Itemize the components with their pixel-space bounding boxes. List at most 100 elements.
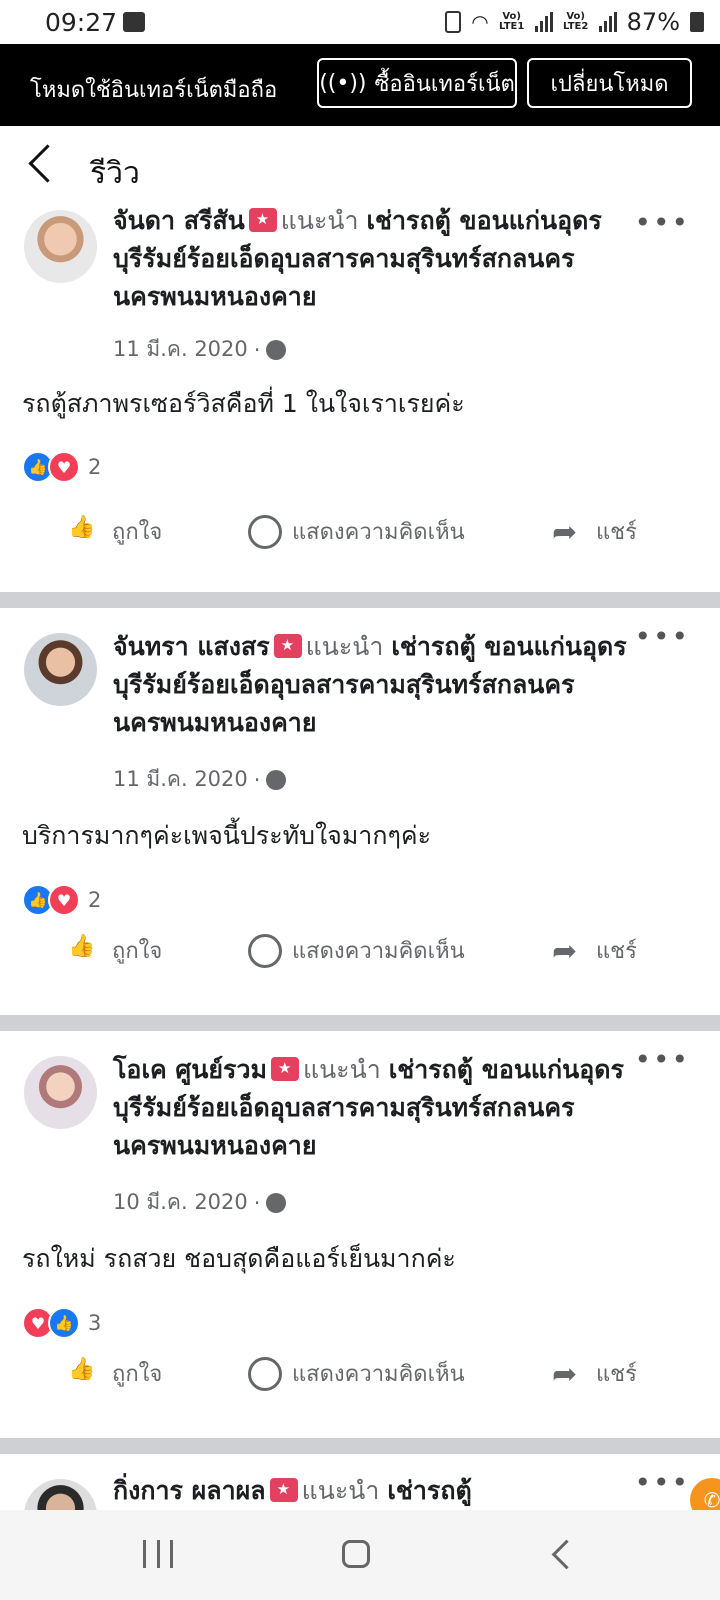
post-date[interactable]: 11 มี.ค. 2020	[113, 333, 248, 366]
like-label: ถูกใจ	[112, 1362, 163, 1387]
comment-label: แสดงความคิดเห็น	[292, 520, 465, 545]
reaction-count: 3	[88, 1311, 102, 1335]
recommend-badge-icon	[270, 1057, 299, 1081]
gallery-notification-icon	[123, 12, 145, 32]
author-name[interactable]: โอเค ศูนย์รวม	[113, 1055, 267, 1084]
recommends-label: แนะนำ	[301, 1476, 380, 1505]
buy-internet-label: ซื้ออินเทอร์เน็ต	[374, 71, 515, 97]
date-separator: ·	[253, 767, 261, 792]
avatar[interactable]	[24, 633, 97, 706]
globe-icon	[266, 769, 287, 790]
love-reaction-icon: ♥	[48, 451, 80, 483]
post-actions: 👍 ถูกใจ แสดงความคิดเห็น ➦ แชร์	[0, 514, 720, 564]
status-bar: 09:27 ◠ Vo) LTE1 Vo) LTE2 87%	[0, 0, 720, 44]
thumbs-up-icon: 👍	[68, 514, 96, 540]
recommends-label: แนะนำ	[305, 632, 384, 661]
review-post: กิ่งการ ผลาผล แนะนำ เช่ารถตู้ •••	[0, 1454, 720, 1510]
share-label: แชร์	[596, 520, 637, 545]
globe-icon	[266, 339, 287, 360]
share-label: แชร์	[596, 939, 637, 964]
recommend-badge-icon	[248, 208, 277, 232]
reactions-summary[interactable]: 👍 ♥ 2	[22, 451, 101, 483]
avatar[interactable]	[24, 1479, 97, 1510]
love-reaction-icon: ♥	[48, 884, 80, 916]
signal2-icon	[598, 12, 617, 32]
back-arrow-icon[interactable]	[28, 144, 67, 183]
review-post: จันดา สรีสันแนะนำ เช่ารถตู้ ขอนแก่นอุดรบ…	[0, 206, 720, 586]
post-actions: 👍 ถูกใจ แสดงความคิดเห็น ➦ แชร์	[0, 933, 720, 983]
post-header: จันทรา แสงสรแนะนำ เช่ารถตู้ ขอนแก่นอุดรบ…	[113, 628, 653, 742]
home-icon[interactable]	[342, 1540, 370, 1568]
thumbs-up-icon: 👍	[68, 933, 96, 959]
recommend-badge-icon	[269, 1478, 298, 1502]
like-button[interactable]: 👍 ถูกใจ	[68, 933, 162, 968]
mobile-data-mode-bar: โหมดใช้อินเทอร์เน็ตมือถือ ((•)) ซื้ออินเ…	[0, 44, 720, 126]
share-arrow-icon: ➦	[552, 514, 578, 550]
battery-percent: 87%	[626, 8, 680, 36]
like-button[interactable]: 👍 ถูกใจ	[68, 1356, 162, 1391]
wifi-icon: ◠	[471, 10, 489, 34]
share-button[interactable]: ➦ แชร์	[552, 1356, 637, 1392]
reactions-summary[interactable]: ♥ 👍 3	[22, 1307, 101, 1339]
broadcast-icon: ((•))	[319, 70, 367, 96]
review-text: รถใหม่ รถสวย ชอบสุดคือแอร์เย็นมากค่ะ	[22, 1244, 456, 1273]
switch-mode-button[interactable]: เปลี่ยนโหมด	[527, 58, 692, 108]
globe-icon	[266, 1192, 287, 1213]
recommends-label: แนะนำ	[280, 206, 359, 235]
avatar[interactable]	[24, 210, 97, 283]
comment-button[interactable]: แสดงความคิดเห็น	[248, 1356, 465, 1391]
more-options-icon[interactable]: •••	[634, 1043, 690, 1076]
post-divider	[0, 1438, 720, 1454]
thumbs-up-icon: 👍	[68, 1356, 96, 1382]
battery-icon	[690, 12, 704, 32]
post-date[interactable]: 11 มี.ค. 2020	[113, 763, 248, 796]
like-label: ถูกใจ	[112, 520, 163, 545]
comment-button[interactable]: แสดงความคิดเห็น	[248, 514, 465, 549]
author-name[interactable]: กิ่งการ ผลาผล	[113, 1476, 266, 1505]
date-separator: ·	[253, 1190, 261, 1215]
comment-button[interactable]: แสดงความคิดเห็น	[248, 933, 465, 968]
author-name[interactable]: จันดา สรีสัน	[113, 206, 245, 235]
comment-bubble-icon	[248, 514, 282, 549]
more-options-icon[interactable]: •••	[634, 1466, 690, 1499]
like-label: ถูกใจ	[112, 939, 163, 964]
share-button[interactable]: ➦ แชร์	[552, 514, 637, 550]
status-icons: ◠ Vo) LTE1 Vo) LTE2 87%	[445, 8, 704, 36]
like-button[interactable]: 👍 ถูกใจ	[68, 514, 162, 549]
review-post: จันทรา แสงสรแนะนำ เช่ารถตู้ ขอนแก่นอุดรบ…	[0, 608, 720, 1000]
post-divider	[0, 1015, 720, 1031]
battery-saver-icon	[445, 11, 462, 33]
recent-apps-icon[interactable]	[143, 1540, 173, 1568]
post-date-row: 11 มี.ค. 2020 ·	[113, 763, 287, 796]
post-header: จันดา สรีสันแนะนำ เช่ารถตู้ ขอนแก่นอุดรบ…	[113, 202, 653, 316]
comment-label: แสดงความคิดเห็น	[292, 939, 465, 964]
page-title: รีวิว	[90, 156, 140, 191]
share-label: แชร์	[596, 1362, 637, 1387]
post-date[interactable]: 10 มี.ค. 2020	[113, 1186, 248, 1219]
review-text: บริการมากๆค่ะเพจนี้ประทับใจมากๆค่ะ	[22, 821, 432, 850]
author-name[interactable]: จันทรา แสงสร	[113, 632, 270, 661]
more-options-icon[interactable]: •••	[634, 206, 690, 239]
post-date-row: 11 มี.ค. 2020 ·	[113, 333, 287, 366]
mode-label: โหมดใช้อินเทอร์เน็ตมือถือ	[30, 78, 278, 103]
status-time: 09:27	[45, 8, 118, 37]
signal1-icon	[534, 12, 553, 32]
reaction-count: 2	[88, 888, 102, 912]
review-text: รถตู้สภาพรเซอร์วิสคือที่ 1 ในใจเราเรยค่ะ	[22, 389, 465, 418]
comment-bubble-icon	[248, 1356, 282, 1391]
post-date-row: 10 มี.ค. 2020 ·	[113, 1186, 287, 1219]
review-post: โอเค ศูนย์รวมแนะนำ เช่ารถตู้ ขอนแก่นอุดร…	[0, 1031, 720, 1423]
reactions-summary[interactable]: 👍 ♥ 2	[22, 884, 101, 916]
more-options-icon[interactable]: •••	[634, 620, 690, 653]
avatar[interactable]	[24, 1056, 97, 1129]
system-back-icon[interactable]	[551, 1539, 582, 1570]
date-separator: ·	[253, 337, 261, 362]
reaction-count: 2	[88, 455, 102, 479]
page-name[interactable]: เช่ารถตู้	[387, 1476, 471, 1505]
lte2-label: Vo) LTE2	[562, 11, 589, 32]
post-divider	[0, 592, 720, 608]
comment-bubble-icon	[248, 933, 282, 968]
share-button[interactable]: ➦ แชร์	[552, 933, 637, 969]
buy-internet-button[interactable]: ((•)) ซื้ออินเทอร์เน็ต	[317, 58, 517, 108]
share-arrow-icon: ➦	[552, 933, 578, 969]
